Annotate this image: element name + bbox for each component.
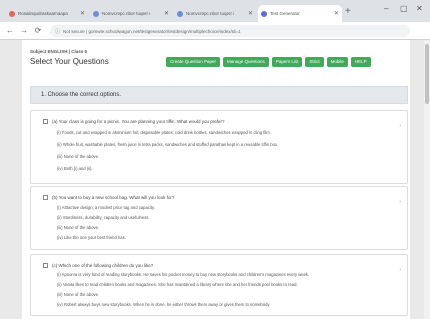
- question-card: (b) You want to buy a new school bag. Wh…: [30, 186, 408, 250]
- tab-title: Rosalinqudraskaamaapa: [18, 11, 68, 16]
- url-field[interactable]: ⓘ Not secure | gomwte.schoolwagon.net/te…: [50, 25, 410, 37]
- question-text: (a) Your class is going for a picnic. Yo…: [52, 119, 225, 124]
- manage-questions-button[interactable]: Manage Questions: [223, 57, 269, 67]
- expand-icon[interactable]: ›: [399, 123, 401, 129]
- tab-title: Test Generator: [270, 11, 300, 16]
- tab-favicon-icon: [93, 10, 99, 17]
- question-text: (b) You want to buy a new school bag. Wh…: [52, 195, 175, 200]
- tab-favicon-icon: [177, 10, 183, 17]
- option-text: (i) Foods, cut and wrapped in aluminium …: [57, 130, 271, 135]
- tab-close-icon[interactable]: ✕: [248, 10, 253, 17]
- browser-tab-active[interactable]: Test Generator ✕: [258, 5, 342, 22]
- mobile-button[interactable]: Mobile: [326, 57, 348, 67]
- browser-tab-1[interactable]: Rosalinqudraskaamaapa ✕: [6, 5, 88, 22]
- subject-label: Subject ENGLISH | Class 5: [30, 49, 88, 54]
- tab-favicon-icon: [9, 10, 15, 17]
- question-checkbox[interactable]: [43, 119, 48, 124]
- option-text: (iii) None of the above.: [57, 154, 100, 159]
- option-text: (ii) Vanita likes to read children books…: [57, 282, 298, 287]
- tab-title: Nomvcrepc.nbor tuqerr i: [186, 11, 235, 16]
- tab-title: Nomvcrepc.nbor tuqerr i: [102, 11, 151, 16]
- action-buttons: Create Question Paper Manage Questions P…: [166, 57, 371, 67]
- address-bar: ← → ⟳ ⌂ ⓘ Not secure | gomwte.schoolwago…: [0, 22, 430, 40]
- new-tab-button[interactable]: +: [345, 6, 351, 18]
- question-checkbox[interactable]: [43, 195, 48, 200]
- create-question-paper-button[interactable]: Create Question Paper: [166, 57, 221, 67]
- strict-button[interactable]: Strict: [305, 57, 324, 67]
- question-checkbox[interactable]: [43, 263, 48, 268]
- option-text: (i) Apoorva is very fond of reading stor…: [57, 272, 310, 277]
- expand-icon[interactable]: ›: [399, 199, 401, 205]
- option-text: (iii) None of the above.: [57, 292, 100, 297]
- tab-favicon-icon: [261, 10, 267, 17]
- back-icon[interactable]: ←: [6, 26, 14, 35]
- page-title: Select Your Questions: [30, 57, 109, 66]
- help-button[interactable]: HELP: [350, 57, 371, 67]
- maximize-button[interactable]: ▢: [400, 4, 408, 13]
- option-text: (iv) Like the one your best friend has.: [57, 235, 126, 240]
- page-scrollbar[interactable]: [424, 40, 430, 319]
- url-text: Not secure | gomwte.schoolwagon.net/test…: [63, 28, 241, 34]
- option-text: (iii) None of the above.: [57, 225, 100, 230]
- option-text: (iv) Robert always buys new storybooks. …: [57, 302, 271, 307]
- papers-list-button[interactable]: Papers List: [271, 57, 303, 67]
- question-text: (c) Which one of the following children …: [52, 263, 154, 268]
- minimize-button[interactable]: –: [384, 4, 388, 13]
- expand-icon[interactable]: ›: [399, 267, 401, 273]
- browser-tab-bar: Rosalinqudraskaamaapa ✕ Nomvcrepc.nbor t…: [0, 0, 430, 22]
- option-text: (ii) Whole fruit, washable plates, fresh…: [57, 142, 279, 147]
- option-text: (ii) Sturdiness, durability, capacity an…: [57, 215, 150, 220]
- page-content: Subject ENGLISH | Class 5 Select Your Qu…: [22, 40, 410, 319]
- option-text: (i) Attractive design, a modest price ta…: [57, 205, 155, 210]
- section-header: 1. Choose the correct options.: [30, 86, 408, 104]
- tab-close-icon[interactable]: ✕: [334, 10, 339, 17]
- browser-tab-3[interactable]: Nomvcrepc.nbor tuqerr i ✕: [174, 5, 256, 22]
- question-row[interactable]: (c) Which one of the following children …: [43, 263, 153, 268]
- question-card: (a) Your class is going for a picnic. Yo…: [30, 110, 408, 184]
- tab-close-icon[interactable]: ✕: [164, 10, 169, 17]
- section-title: 1. Choose the correct options.: [41, 92, 122, 98]
- question-card: (c) Which one of the following children …: [30, 254, 408, 316]
- browser-tab-2[interactable]: Nomvcrepc.nbor tuqerr i ✕: [90, 5, 172, 22]
- scrollbar-thumb[interactable]: [425, 44, 429, 104]
- reload-icon[interactable]: ⟳: [34, 26, 42, 35]
- question-row[interactable]: (b) You want to buy a new school bag. Wh…: [43, 195, 174, 200]
- tab-close-icon[interactable]: ✕: [80, 10, 85, 17]
- window-close-button[interactable]: ✕: [416, 4, 423, 13]
- info-icon: ⓘ: [55, 28, 61, 35]
- option-text: (iv) Both (i) and (ii).: [57, 166, 93, 171]
- question-row[interactable]: (a) Your class is going for a picnic. Yo…: [43, 119, 225, 124]
- forward-icon[interactable]: →: [20, 26, 28, 35]
